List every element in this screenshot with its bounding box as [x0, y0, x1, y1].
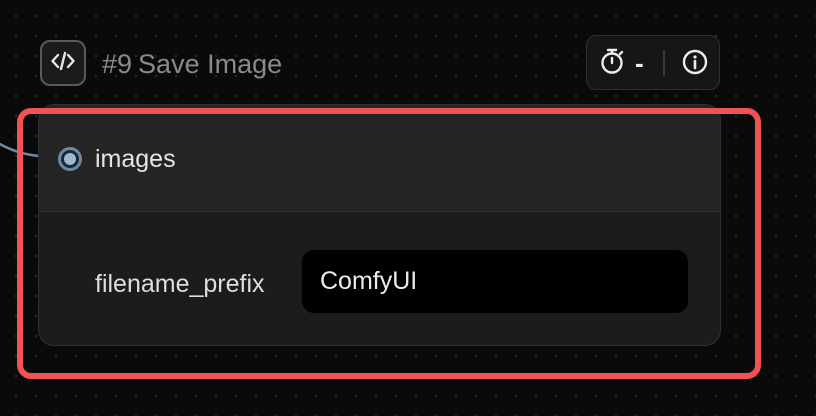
input-slot-dot [64, 153, 76, 165]
node-type-badge[interactable] [40, 40, 86, 86]
node-title[interactable]: #9 Save Image [102, 47, 282, 81]
input-slot-images[interactable] [58, 147, 82, 171]
code-brackets-icon [50, 50, 76, 77]
node-toolbar: - [586, 35, 720, 90]
node-title-text: Save Image [138, 49, 283, 79]
execution-time-value: - [635, 48, 644, 78]
info-icon [681, 48, 709, 81]
node-inputs-section: images [39, 105, 720, 212]
node-info-button[interactable] [680, 49, 710, 79]
node-id: #9 [102, 49, 133, 79]
stopwatch-icon [599, 47, 625, 80]
filename-prefix-input[interactable] [302, 250, 688, 313]
toolbar-divider [663, 50, 665, 76]
input-slot-label: images [95, 145, 176, 173]
widget-label-filename-prefix: filename_prefix [95, 270, 265, 298]
execution-timer[interactable]: - [599, 47, 644, 80]
